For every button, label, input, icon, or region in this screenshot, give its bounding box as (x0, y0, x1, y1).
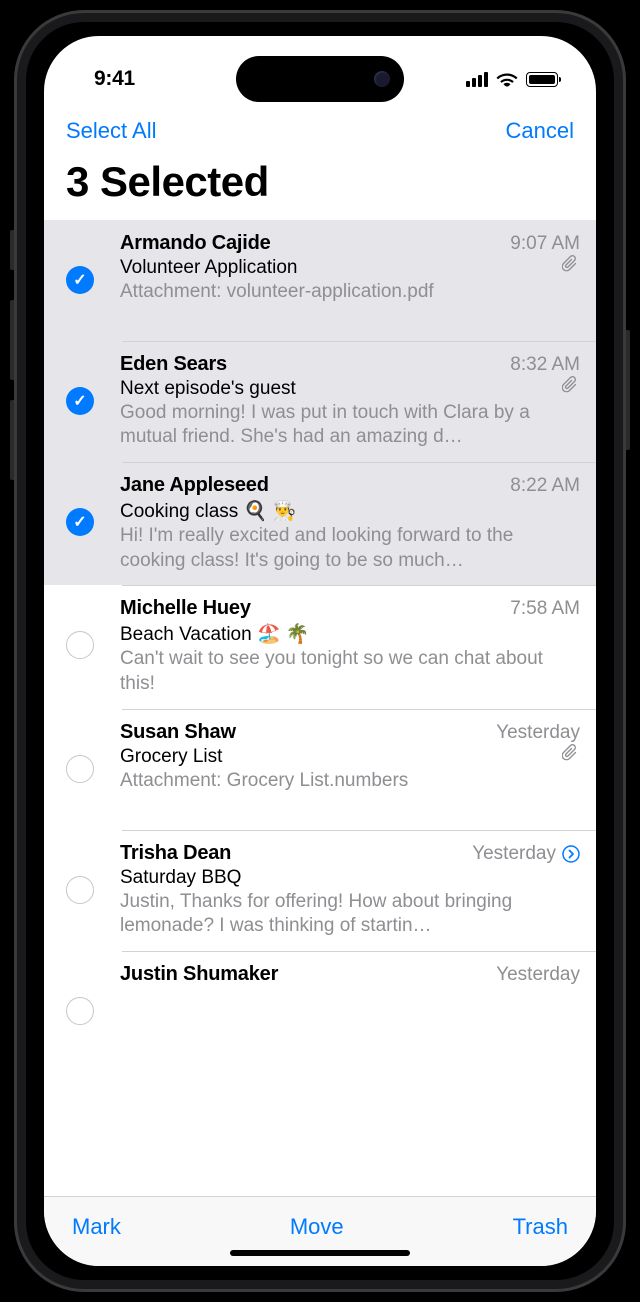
attachment-icon (562, 744, 578, 762)
mail-content: Eden Sears 8:32 AM Next episode's guestGoo… (120, 353, 580, 450)
sender-name: Jane Appleseed (120, 474, 269, 497)
received-time: 8:32 AM (510, 354, 580, 376)
time-column: 9:07 AM (510, 233, 580, 255)
selection-checkbox[interactable] (66, 508, 94, 536)
screen: 9:41 Select All Cancel 3 Selected Armand… (44, 36, 596, 1266)
subject: Cooking class 🍳 👨‍🍳 (120, 499, 296, 523)
status-indicators (466, 71, 558, 87)
received-time: Yesterday (472, 843, 556, 865)
sender-name: Eden Sears (120, 353, 227, 376)
mail-row[interactable]: Jane Appleseed 8:22 AM Cooking class 🍳 👨‍🍳… (44, 462, 596, 585)
mark-button[interactable]: Mark (72, 1214, 121, 1240)
mail-header: Susan Shaw Yesterday (120, 721, 580, 744)
divider (122, 341, 596, 342)
time-column: Yesterday (496, 964, 580, 986)
sender-name: Justin Shumaker (120, 963, 278, 986)
selection-checkbox[interactable] (66, 876, 94, 904)
received-time: 7:58 AM (510, 598, 580, 620)
mail-header: Eden Sears 8:32 AM (120, 353, 580, 376)
sender-name: Trisha Dean (120, 842, 231, 865)
mail-header: Justin Shumaker Yesterday (120, 963, 580, 986)
mail-header: Michelle Huey 7:58 AM (120, 597, 580, 620)
time-column: Yesterday (472, 843, 580, 865)
attachment-icon (562, 376, 578, 394)
mail-header: Trisha Dean Yesterday (120, 842, 580, 865)
select-all-button[interactable]: Select All (66, 118, 157, 144)
mail-list[interactable]: Armando Cajide 9:07 AM Volunteer Applicati… (44, 220, 596, 1196)
cancel-button[interactable]: Cancel (506, 118, 574, 144)
time-column: 7:58 AM (510, 598, 580, 620)
move-button[interactable]: Move (290, 1214, 344, 1240)
received-time: 8:22 AM (510, 475, 580, 497)
spacer (120, 794, 580, 818)
selection-checkbox[interactable] (66, 755, 94, 783)
mail-content: Trisha Dean Yesterday Saturday BBQJustin, … (120, 842, 580, 939)
mail-row[interactable]: Michelle Huey 7:58 AM Beach Vacation 🏖️ 🌴C… (44, 585, 596, 708)
received-time: Yesterday (496, 722, 580, 744)
status-time: 9:41 (94, 67, 135, 91)
preview-text: Attachment: volunteer-application.pdf (120, 280, 580, 305)
mail-row[interactable]: Armando Cajide 9:07 AM Volunteer Applicati… (44, 220, 596, 341)
sender-name: Michelle Huey (120, 597, 251, 620)
selection-checkbox[interactable] (66, 266, 94, 294)
mail-header: Armando Cajide 9:07 AM (120, 232, 580, 255)
divider (122, 830, 596, 831)
mail-content: Susan Shaw Yesterday Grocery ListAttachmen… (120, 721, 580, 818)
mail-content: Jane Appleseed 8:22 AM Cooking class 🍳 👨‍🍳… (120, 474, 580, 573)
subject: Next episode's guest (120, 378, 296, 400)
preview-text: Hi! I'm really excited and looking forwa… (120, 524, 580, 573)
mail-row[interactable]: Susan Shaw Yesterday Grocery ListAttachmen… (44, 709, 596, 830)
time-column: 8:32 AM (510, 354, 580, 376)
trash-button[interactable]: Trash (513, 1214, 568, 1240)
subject-line: Cooking class 🍳 👨‍🍳 (120, 497, 580, 523)
mail-row[interactable]: Justin Shumaker Yesterday (44, 951, 596, 1037)
selection-checkbox[interactable] (66, 997, 94, 1025)
preview-text: Justin, Thanks for offering! How about b… (120, 890, 580, 939)
divider (122, 462, 596, 463)
mail-row[interactable]: Eden Sears 8:32 AM Next episode's guestGoo… (44, 341, 596, 462)
time-column: 8:22 AM (510, 475, 580, 497)
subject: Grocery List (120, 746, 222, 768)
nav-bar: Select All Cancel (44, 106, 596, 148)
spacer (120, 305, 580, 329)
dynamic-island (236, 56, 404, 102)
preview-text: Can't wait to see you tonight so we can … (120, 647, 580, 696)
divider (122, 585, 596, 586)
sender-name: Armando Cajide (120, 232, 271, 255)
mail-row[interactable]: Trisha Dean Yesterday Saturday BBQJustin, … (44, 830, 596, 951)
subject-line: Next episode's guest (120, 376, 580, 400)
mail-content: Michelle Huey 7:58 AM Beach Vacation 🏖️ 🌴C… (120, 597, 580, 696)
received-time: Yesterday (496, 964, 580, 986)
home-indicator[interactable] (230, 1250, 410, 1256)
cellular-signal-icon (466, 72, 488, 87)
subject-line: Saturday BBQ (120, 865, 580, 889)
time-column: Yesterday (496, 722, 580, 744)
preview-text: Attachment: Grocery List.numbers (120, 769, 580, 794)
selection-checkbox[interactable] (66, 631, 94, 659)
preview-text: Good morning! I was put in touch with Cl… (120, 401, 580, 450)
page-title: 3 Selected (44, 148, 596, 220)
subject: Volunteer Application (120, 257, 297, 279)
attachment-icon (562, 255, 578, 273)
subject: Beach Vacation 🏖️ 🌴 (120, 622, 310, 646)
phone-frame: 9:41 Select All Cancel 3 Selected Armand… (14, 10, 626, 1292)
battery-icon (526, 72, 558, 87)
mail-content: Justin Shumaker Yesterday (120, 963, 580, 986)
disclosure-icon (562, 845, 580, 863)
subject-line: Volunteer Application (120, 255, 580, 279)
wifi-icon (496, 71, 518, 87)
selection-checkbox[interactable] (66, 387, 94, 415)
subject-line: Grocery List (120, 744, 580, 768)
divider (122, 709, 596, 710)
subject: Saturday BBQ (120, 867, 241, 889)
sender-name: Susan Shaw (120, 721, 236, 744)
received-time: 9:07 AM (510, 233, 580, 255)
mail-header: Jane Appleseed 8:22 AM (120, 474, 580, 497)
mail-content: Armando Cajide 9:07 AM Volunteer Applicati… (120, 232, 580, 329)
subject-line: Beach Vacation 🏖️ 🌴 (120, 620, 580, 646)
divider (122, 951, 596, 952)
